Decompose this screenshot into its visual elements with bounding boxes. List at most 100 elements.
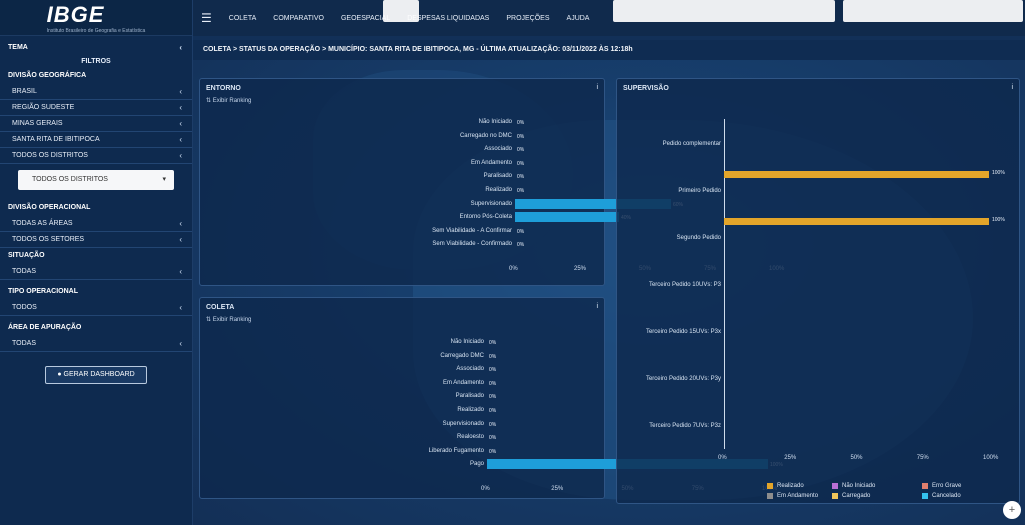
chevron-left-icon: ‹	[179, 267, 182, 276]
data-label: 0%	[489, 394, 497, 401]
filtros-heading: FILTROS	[81, 58, 111, 65]
category-label: Não Iniciado	[450, 339, 484, 345]
data-label: 0%	[517, 133, 525, 140]
data-label: 100%	[992, 170, 1005, 176]
chevron-left-icon: ‹	[179, 151, 182, 160]
category-label: Terceiro Pedido 15UVs: P3x	[645, 329, 721, 335]
category-label: Associado	[484, 146, 512, 153]
legend-item[interactable]: Cancelado	[922, 493, 961, 499]
legend-label: Carregado	[842, 493, 871, 499]
legend-item[interactable]: Carregado	[832, 493, 870, 499]
x-tick-label: 25%	[551, 486, 564, 492]
y-axis-line	[724, 119, 725, 449]
legend-item[interactable]: Erro Grave	[922, 483, 961, 489]
filter-item[interactable]: MINAS GERAIS ‹	[0, 116, 192, 132]
filter-item[interactable]: TODOS OS SETORES ‹	[0, 232, 192, 248]
top-navigation: ☰ COLETA COMPARATIVO GEOESPACIAL DESPESAS L…	[193, 0, 1025, 36]
nav-item-projees[interactable]: PROJEÇÕES	[506, 15, 549, 22]
data-label: 0%	[489, 421, 497, 428]
nav-item-coleta[interactable]: COLETA	[229, 15, 257, 22]
overlay-card	[843, 0, 1023, 22]
filter-item-label: SANTA RITA DE IBITIPOCA	[12, 136, 100, 143]
bar-realizado	[724, 171, 989, 178]
tema-toggle[interactable]: TEMA ‹	[0, 40, 192, 56]
category-label: Paralisado	[483, 173, 512, 180]
filter-item[interactable]: SANTA RITA DE IBITIPOCA ‹	[0, 132, 192, 148]
legend-item[interactable]: Em Andamento	[767, 493, 818, 499]
chevron-left-icon: ‹	[179, 119, 182, 128]
category-label: Realizado	[457, 407, 484, 413]
situacao-filter[interactable]: TODAS ‹	[0, 264, 192, 280]
chevron-left-icon: ‹	[179, 135, 182, 144]
chevron-left-icon: ‹	[179, 43, 182, 52]
overlay-card	[613, 0, 835, 22]
nav-item-ajuda[interactable]: AJUDA	[567, 15, 590, 22]
filter-item-label: TODOS OS DISTRITOS	[12, 152, 88, 159]
category-label: Associado	[456, 366, 484, 373]
data-label: 0%	[489, 353, 497, 360]
category-label: Entorno Pós-Coleta	[459, 214, 512, 221]
bar	[515, 212, 619, 223]
legend-label: Erro Grave	[932, 483, 962, 489]
category-label: Sem Viabilidade - Confirmado	[432, 241, 512, 248]
data-label: 0%	[489, 380, 497, 387]
data-label: 0%	[517, 174, 525, 181]
category-label: Pedido complementar	[662, 141, 721, 147]
x-tick-label: 0%	[509, 266, 518, 272]
legend-label: Realizado	[777, 483, 804, 489]
category-label: Supervisionado	[470, 200, 512, 207]
category-label: Terceiro Pedido 7UVs: P3z	[649, 423, 721, 429]
geo-filter-list: BRASIL ‹ REGIÃO SUDESTE ‹ MINAS GERAIS ‹ SANTA…	[0, 84, 192, 164]
category-label: Carregado no DMC	[459, 132, 512, 139]
chevron-left-icon: ‹	[179, 235, 182, 244]
area-filter[interactable]: TODAS ‹	[0, 336, 192, 352]
legend-item[interactable]: Não Iniciado	[832, 483, 875, 489]
filter-item[interactable]: REGIÃO SUDESTE ‹	[0, 100, 192, 116]
tema-label: TEMA	[8, 44, 28, 51]
nav-item-comparativo[interactable]: COMPARATIVO	[273, 15, 324, 22]
x-tick-label: 25%	[574, 266, 587, 272]
chevron-left-icon: ‹	[179, 87, 182, 96]
category-label: Carregado DMC	[440, 352, 484, 359]
filter-item[interactable]: TODOS OS DISTRITOS ‹	[0, 148, 192, 164]
legend-swatch	[922, 493, 928, 499]
data-label: 0%	[489, 435, 497, 442]
breadcrumb: COLETA > STATUS DA OPERAÇÃO > MUNICÍPIO:…	[193, 40, 1025, 60]
generate-dashboard-label: GERAR DASHBOARD	[63, 371, 135, 378]
tipo-filter[interactable]: TODOS ‹	[0, 300, 192, 316]
category-label: Terceiro Pedido 10UVs: P3	[648, 282, 721, 288]
category-label: Sem Viabilidade - A Confirmar	[432, 227, 512, 234]
logo-text: IBGE	[46, 1, 105, 27]
legend-swatch	[922, 483, 928, 489]
data-label: 0%	[517, 242, 525, 249]
legend-item[interactable]: Realizado	[767, 483, 804, 489]
filter-item-label: REGIÃO SUDESTE	[12, 104, 75, 111]
district-select[interactable]: TODOS OS DISTRITOS ▾	[18, 170, 174, 190]
ibge-logo[interactable]: IBGE Instituto Brasileiro de Geografia e…	[0, 0, 192, 36]
category-label: Segundo Pedido	[676, 235, 721, 241]
nav-item-despesasliquidadas[interactable]: DESPESAS LIQUIDADAS	[407, 15, 489, 22]
x-tick-label: 100%	[983, 455, 999, 461]
generate-dashboard-button[interactable]: ● GERAR DASHBOARD	[45, 366, 147, 384]
entorno-chart: Não Iniciado 0% Carregado no DMC 0% Associad…	[200, 79, 784, 287]
caret-down-icon: ▾	[162, 176, 166, 183]
coleta-chart: Não Iniciado 0% Carregado DMC 0% Associado 0%…	[200, 298, 783, 500]
data-label: 0%	[489, 448, 497, 455]
legend-label: Cancelado	[932, 493, 961, 499]
tipo-operacional-heading: TIPO OPERACIONAL	[8, 288, 79, 295]
category-label: Realoesto	[456, 434, 484, 441]
data-label: 0%	[489, 340, 497, 346]
filter-item[interactable]: BRASIL ‹	[0, 84, 192, 100]
legend-label: Não Iniciado	[842, 483, 876, 489]
hamburger-menu-icon[interactable]: ☰	[201, 11, 212, 25]
plus-circle-icon: ●	[57, 371, 62, 378]
category-label: Em Andamento	[442, 379, 484, 386]
situacao-value: TODAS	[12, 268, 36, 275]
add-floating-button[interactable]: +	[1003, 501, 1021, 519]
legend-swatch	[767, 493, 773, 499]
x-tick-label: 0%	[718, 455, 727, 461]
bar-realizado	[724, 218, 989, 225]
area-value: TODAS	[12, 340, 36, 347]
filter-item[interactable]: TODAS AS ÁREAS ‹	[0, 216, 192, 232]
data-label: 0%	[517, 147, 525, 154]
